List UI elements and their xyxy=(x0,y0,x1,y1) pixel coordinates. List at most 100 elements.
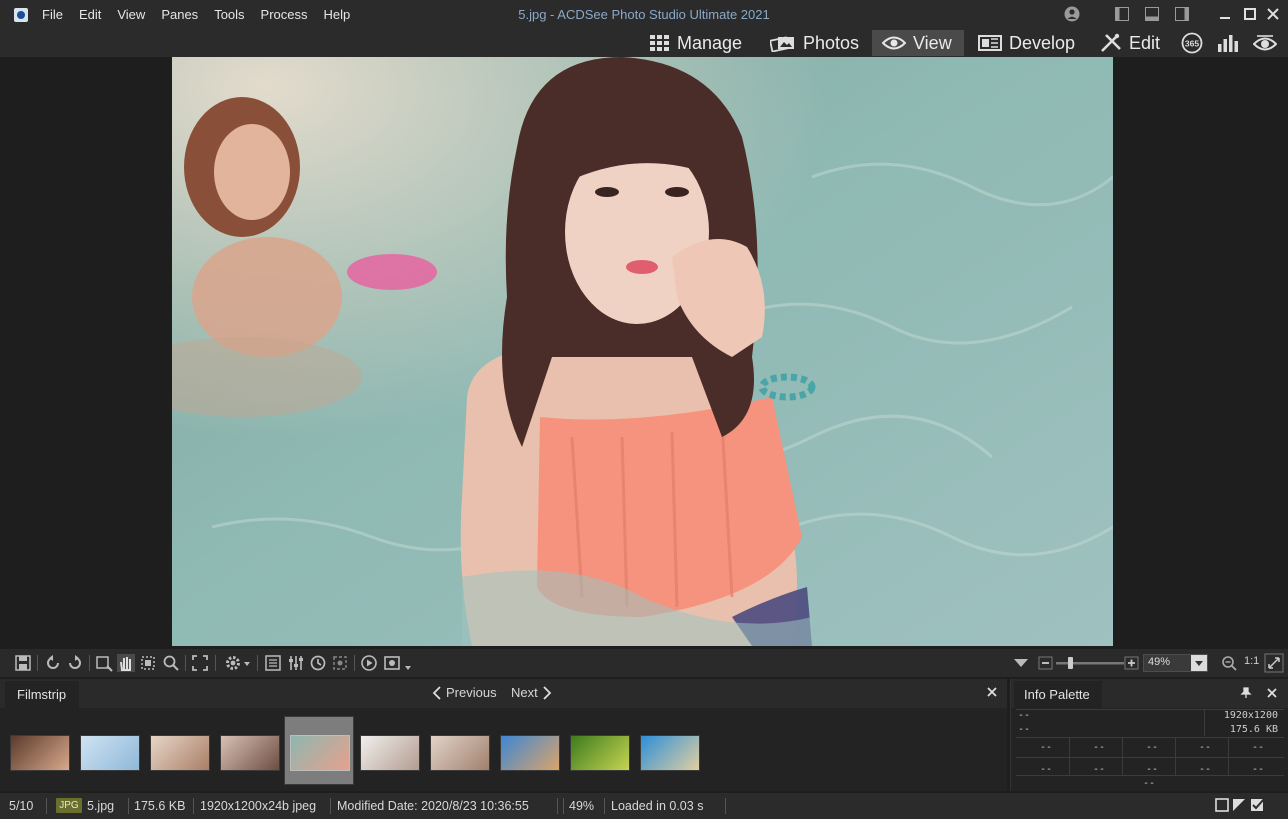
actual-size-button[interactable]: 1:1 xyxy=(1244,655,1259,667)
right-pane-toggle-icon[interactable] xyxy=(1174,6,1190,22)
info-filesize: 175.6 KB xyxy=(1229,724,1278,735)
tab-develop-label: Develop xyxy=(1009,32,1076,53)
filmstrip-thumbnail[interactable] xyxy=(150,735,210,771)
filmstrip-thumbnail[interactable] xyxy=(360,735,420,771)
chevron-down-icon[interactable] xyxy=(242,654,252,672)
color-square-icon[interactable] xyxy=(1215,798,1229,812)
filmstrip-thumbnail[interactable] xyxy=(500,735,560,771)
tab-develop[interactable]: Develop xyxy=(968,30,1086,56)
luminosity-button[interactable] xyxy=(1253,32,1277,54)
menu-panes[interactable]: Panes xyxy=(153,0,206,29)
compare-images-icon[interactable] xyxy=(264,654,282,672)
chevron-left-icon xyxy=(432,685,441,700)
menu-process[interactable]: Process xyxy=(253,0,316,29)
adjust-sliders-icon[interactable] xyxy=(287,654,305,672)
tab-photos-label: Photos xyxy=(803,32,860,53)
tab-edit[interactable]: Edit xyxy=(1090,30,1172,56)
save-icon[interactable] xyxy=(14,654,32,672)
zoom-tool-icon[interactable] xyxy=(162,654,180,672)
previous-button[interactable]: Previous xyxy=(432,685,497,700)
filmstrip-pane: Filmstrip Previous Next xyxy=(0,679,1007,791)
bar-chart-icon xyxy=(1218,35,1238,52)
filter-dropdown-icon[interactable] xyxy=(1012,654,1030,672)
tab-manage-label: Manage xyxy=(677,32,743,53)
external-editor-icon[interactable] xyxy=(383,654,401,672)
focus-target-icon[interactable] xyxy=(331,654,349,672)
info-grid-cell: -- xyxy=(1092,742,1106,753)
tab-photos[interactable]: Photos xyxy=(760,30,866,56)
info-grid-cell: -- xyxy=(1198,742,1212,753)
app-icon[interactable] xyxy=(14,7,28,22)
status-filename: 5.jpg xyxy=(87,799,115,813)
menu-tools[interactable]: Tools xyxy=(206,0,252,29)
pin-icon[interactable] xyxy=(1240,687,1252,699)
tab-view-label: View xyxy=(913,32,952,53)
zoom-level-select[interactable]: 49% xyxy=(1143,654,1208,672)
tab-manage[interactable]: Manage xyxy=(640,30,754,56)
filmstrip-thumbnail[interactable] xyxy=(570,735,630,771)
next-button[interactable]: Next xyxy=(511,685,552,700)
mode-bar: Manage Photos View Develop Edit 365 xyxy=(0,29,1288,57)
chevron-down-icon[interactable] xyxy=(403,654,413,672)
marquee-select-icon[interactable] xyxy=(139,654,157,672)
clock-icon[interactable] xyxy=(309,654,327,672)
main-photo[interactable] xyxy=(172,57,1113,646)
bottom-pane-toggle-icon[interactable] xyxy=(1144,6,1160,22)
menu-view[interactable]: View xyxy=(109,0,153,29)
next-label: Next xyxy=(511,685,538,700)
settings-gear-icon[interactable] xyxy=(224,654,242,672)
status-filesize: 175.6 KB xyxy=(134,799,186,813)
eye-luminosity-icon xyxy=(1253,35,1277,51)
maximize-icon[interactable] xyxy=(1242,6,1258,22)
image-position: 5/10 xyxy=(9,799,34,813)
tab-view[interactable]: View xyxy=(872,30,964,56)
status-bar: 5/10 JPG 5.jpg 175.6 KB 1920x1200x24b jp… xyxy=(0,793,1288,819)
minimize-icon[interactable] xyxy=(1217,6,1233,22)
close-filmstrip-icon[interactable] xyxy=(986,686,998,698)
left-pane-toggle-icon[interactable] xyxy=(1114,6,1130,22)
status-modified-date: Modified Date: 2020/8/23 10:36:55 xyxy=(337,799,529,813)
info-grid-cell: -- xyxy=(1145,742,1159,753)
photos-icon xyxy=(770,36,794,52)
tab-edit-label: Edit xyxy=(1129,32,1161,53)
info-palette-header: Info Palette xyxy=(1011,679,1288,708)
filmstrip-thumbnail[interactable] xyxy=(220,735,280,771)
tab-filmstrip[interactable]: Filmstrip xyxy=(5,681,79,708)
image-viewer[interactable] xyxy=(0,57,1288,646)
svg-text:365: 365 xyxy=(1185,39,1199,49)
format-badge: JPG xyxy=(56,798,82,813)
zoom-slider[interactable] xyxy=(1056,654,1124,672)
rotate-left-icon[interactable] xyxy=(44,654,62,672)
info-grid-cell: -- xyxy=(1251,764,1265,775)
crop-select-icon[interactable] xyxy=(95,654,113,672)
zoom-in-icon[interactable] xyxy=(1124,654,1140,672)
filmstrip-thumbnail[interactable] xyxy=(430,735,490,771)
acdsee-365-button[interactable]: 365 xyxy=(1180,32,1204,54)
slideshow-play-icon[interactable] xyxy=(360,654,378,672)
menu-file[interactable]: File xyxy=(34,0,71,29)
filmstrip-thumbnail[interactable] xyxy=(10,735,70,771)
tab-info-palette[interactable]: Info Palette xyxy=(1014,681,1102,708)
rotate-right-icon[interactable] xyxy=(66,654,84,672)
zoom-out-icon[interactable] xyxy=(1038,654,1054,672)
filmstrip-thumbnail[interactable] xyxy=(290,735,350,771)
close-icon[interactable] xyxy=(1265,6,1281,22)
close-info-icon[interactable] xyxy=(1266,687,1278,699)
zoom-dropdown-button[interactable] xyxy=(1191,655,1207,671)
exposure-warning-icon[interactable] xyxy=(1232,798,1246,812)
info-grid-cell: -- xyxy=(1092,764,1106,775)
menu-help[interactable]: Help xyxy=(316,0,359,29)
status-dimensions: 1920x1200x24b jpeg xyxy=(200,799,317,813)
tag-checkbox-icon[interactable] xyxy=(1250,797,1266,813)
zoom-reset-icon[interactable] xyxy=(1220,654,1238,672)
user-account-icon[interactable] xyxy=(1064,6,1080,22)
status-zoom: 49% xyxy=(569,799,595,813)
dashboard-button[interactable] xyxy=(1216,32,1240,54)
menu-edit[interactable]: Edit xyxy=(71,0,109,29)
filmstrip-thumbnail[interactable] xyxy=(80,735,140,771)
photo-image xyxy=(172,57,1113,646)
hand-pan-icon[interactable] xyxy=(117,654,135,672)
filmstrip-thumbnail[interactable] xyxy=(640,735,700,771)
full-screen-icon[interactable] xyxy=(191,654,209,672)
fit-to-window-icon[interactable] xyxy=(1264,653,1284,673)
